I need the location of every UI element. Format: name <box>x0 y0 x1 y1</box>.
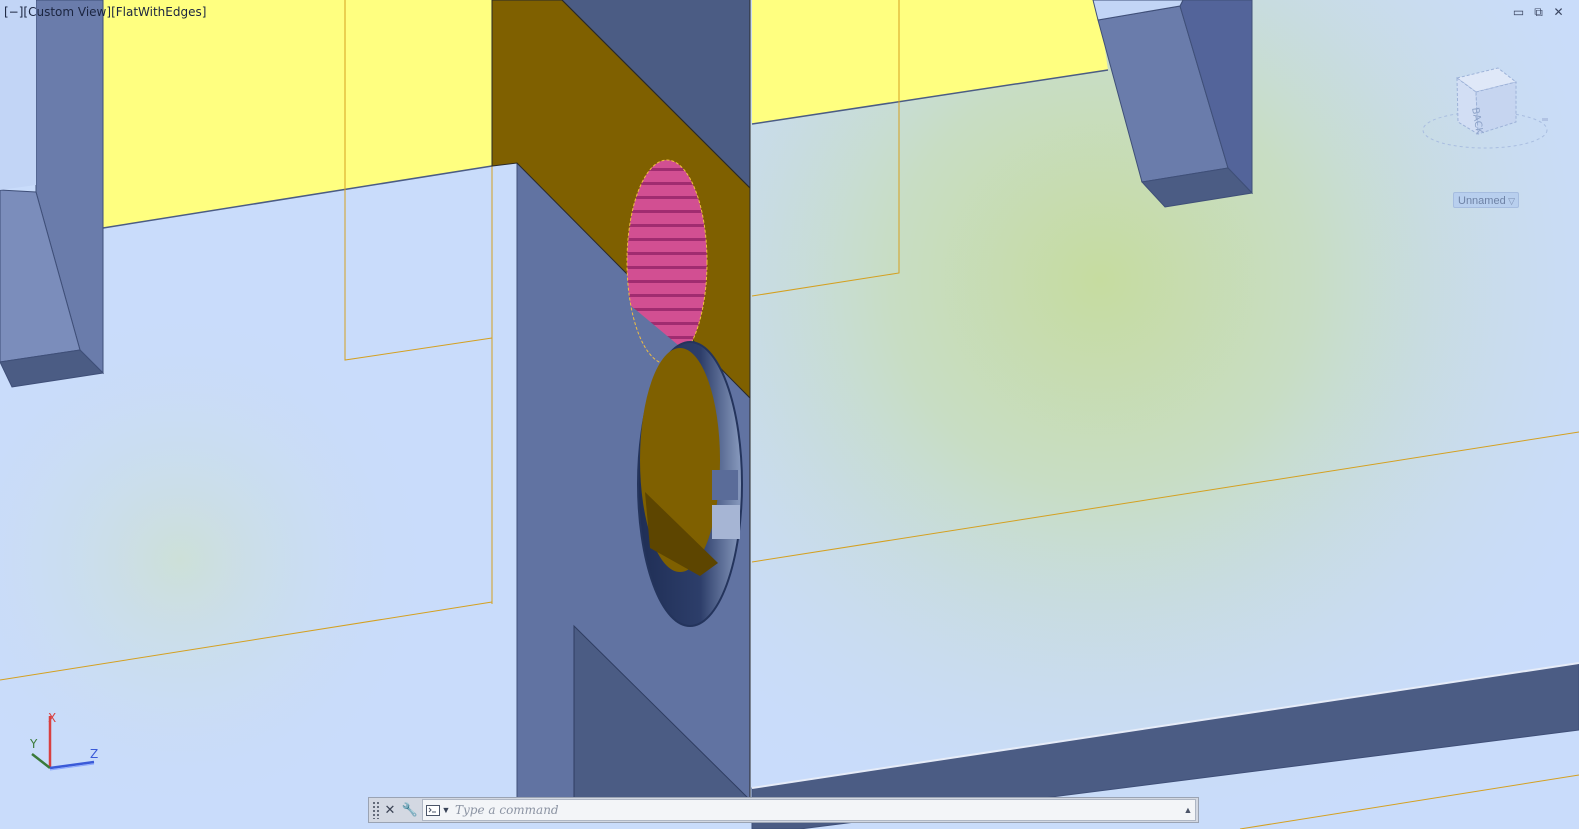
command-history-up-icon[interactable]: ▲ <box>1181 805 1195 815</box>
close-button[interactable]: ✕ <box>1552 6 1565 19</box>
named-view-label: Unnamed <box>1458 195 1506 207</box>
view-menu[interactable]: [Custom View] <box>23 5 111 19</box>
viewport-window-controls: ▭ ⧉ ✕ <box>1512 6 1565 19</box>
chevron-down-icon: ▼ <box>441 805 451 815</box>
close-icon[interactable]: ✕ <box>380 799 400 821</box>
restore-button[interactable]: ⧉ <box>1532 6 1545 19</box>
wrench-icon[interactable]: 🔧 <box>400 799 420 821</box>
viewport-label: [−][Custom View][FlatWithEdges] <box>4 5 206 19</box>
ucs-z-label: Z <box>90 747 98 761</box>
ucs-x-label: X <box>48 711 56 725</box>
ucs-icon: X Y Z <box>29 711 98 771</box>
through-hole-highlight <box>712 505 740 539</box>
viewcube[interactable]: BACK <box>1420 60 1550 155</box>
command-prompt-icon <box>425 804 440 816</box>
chevron-down-icon: ▽ <box>1508 196 1515 206</box>
command-line-bar: ✕ 🔧 ▼ ▲ <box>368 797 1199 823</box>
command-input[interactable] <box>453 801 1181 819</box>
named-view-dropdown[interactable]: Unnamed ▽ <box>1453 192 1519 208</box>
viewport-control-menu[interactable]: [−] <box>4 5 23 19</box>
through-hole-highlight <box>712 470 738 500</box>
viewcube-small-marker <box>1542 118 1548 121</box>
model-viewport[interactable] <box>0 0 1579 829</box>
left-bar-sliver <box>0 0 36 190</box>
visual-style-menu[interactable]: [FlatWithEdges] <box>111 5 206 19</box>
drag-handle-icon[interactable] <box>372 801 380 819</box>
minimize-button[interactable]: ▭ <box>1512 6 1525 19</box>
recent-commands-button[interactable]: ▼ <box>423 800 453 820</box>
command-input-box: ▼ ▲ <box>422 799 1196 821</box>
ucs-y-label: Y <box>29 737 38 751</box>
